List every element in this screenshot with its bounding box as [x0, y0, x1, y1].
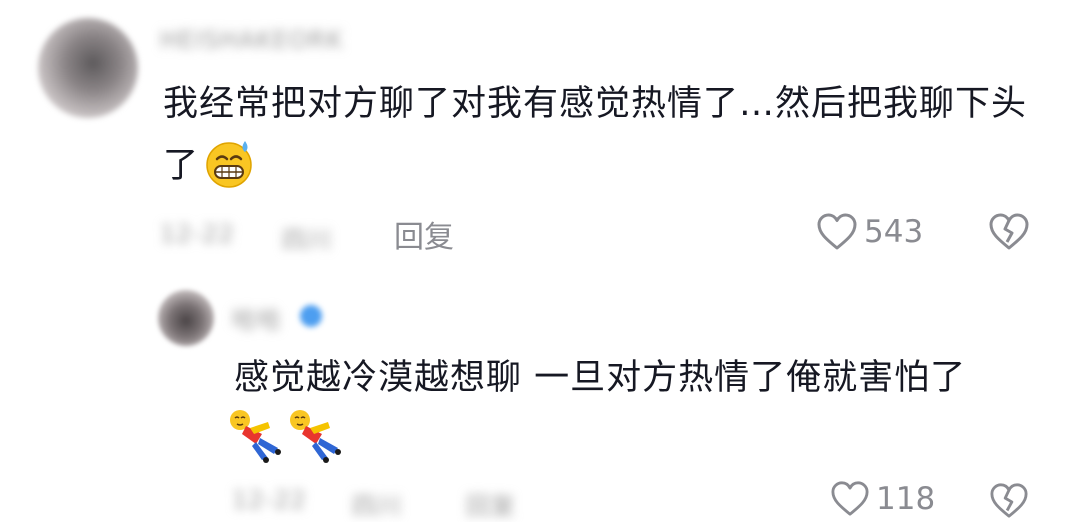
- comment-body: 我经常把对方聊了对我有感觉热情了…然后把我聊下头了: [163, 73, 1043, 197]
- comment-thread: HEISHAKEORK 我经常把对方聊了对我有感觉热情了…然后把我聊下头了 12…: [0, 0, 1080, 522]
- reply-location: 四川: [352, 492, 402, 520]
- replier-avatar[interactable]: [158, 290, 214, 346]
- comment-location: 四川: [282, 226, 332, 254]
- replier-username[interactable]: 哈哈: [232, 300, 282, 335]
- falling-figure-emoji: [290, 410, 341, 463]
- reply-like-button[interactable]: 118: [830, 480, 935, 518]
- reply-text: 感觉越冷漠越想聊 一旦对方热情了俺就害怕了: [234, 358, 967, 398]
- broken-heart-icon: [990, 483, 1028, 518]
- falling-figure-emoji: [230, 410, 281, 463]
- comment-date: 12-22: [160, 220, 235, 248]
- commenter-username[interactable]: HEISHAKEORK: [160, 26, 343, 54]
- broken-heart-icon: [989, 213, 1029, 250]
- reply-reply-button[interactable]: 回复: [466, 486, 516, 521]
- dislike-button[interactable]: [988, 212, 1030, 256]
- reply-dislike-button[interactable]: [988, 482, 1030, 522]
- like-button[interactable]: 543: [816, 212, 923, 252]
- reply-button[interactable]: 回复: [394, 212, 454, 256]
- grinning-sweat-emoji: [206, 141, 252, 188]
- commenter-avatar[interactable]: [38, 18, 138, 118]
- reply-date: 12-22: [232, 486, 307, 514]
- reply-emoji-row: [228, 408, 348, 464]
- reply-like-count: 118: [876, 481, 936, 517]
- comment-text: 我经常把对方聊了对我有感觉热情了…然后把我聊下头了: [163, 84, 1028, 186]
- verified-badge-icon: [300, 305, 322, 327]
- reply-body: 感觉越冷漠越想聊 一旦对方热情了俺就害怕了: [234, 347, 1054, 409]
- heart-icon: [831, 481, 869, 516]
- like-count: 543: [864, 214, 924, 250]
- heart-icon: [817, 213, 857, 250]
